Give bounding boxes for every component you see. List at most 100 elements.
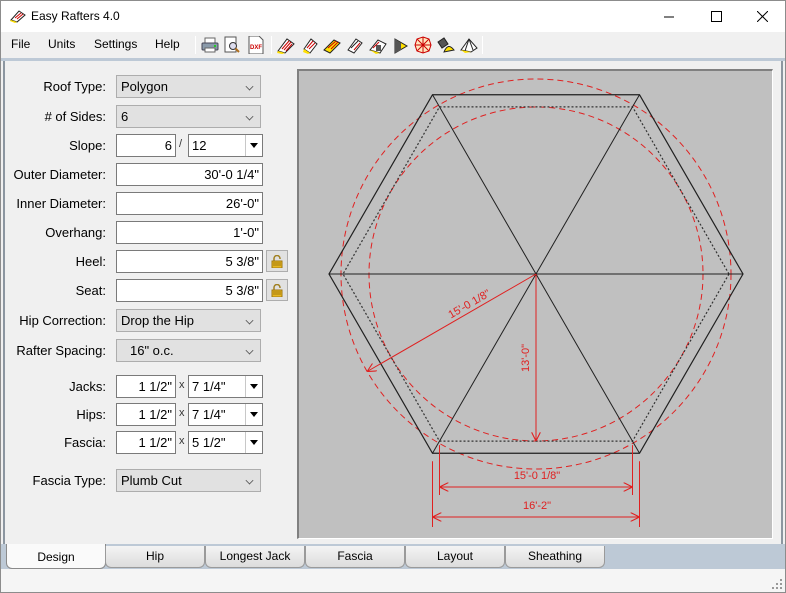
hip-line [535, 94, 640, 275]
overhang-label: Overhang: [45, 225, 106, 240]
hip-correction-label: Hip Correction: [19, 313, 106, 328]
shed-roof-icon[interactable] [322, 36, 342, 54]
sides-select[interactable]: 6 [116, 105, 261, 128]
hip-line [432, 94, 537, 275]
drawing-panel: 15'-0 1/8" 13'-0" 15'-0 1/8" 16'-2" [290, 61, 783, 544]
chevron-down-icon [245, 476, 254, 485]
slope-separator: / [179, 138, 183, 150]
resize-grip-icon[interactable] [772, 579, 782, 589]
roof-plan-canvas[interactable]: 15'-0 1/8" 13'-0" 15'-0 1/8" 16'-2" [297, 69, 773, 539]
hips-thickness-input[interactable]: 1 1/2" [116, 403, 176, 426]
fascia-type-select[interactable]: Plumb Cut [116, 469, 261, 492]
times-symbol: x [179, 407, 185, 419]
tab-longest-jack[interactable]: Longest Jack [205, 546, 305, 568]
window-title: Easy Rafters 4.0 [31, 9, 120, 23]
dimension-label-radius-outer: 15'-0 1/8" [446, 288, 492, 322]
rafter-spacing-value: 16" o.c. [130, 343, 174, 358]
dropdown-arrow-icon[interactable] [245, 376, 262, 397]
seat-lock-button[interactable] [266, 279, 288, 301]
heel-lock-button[interactable] [266, 250, 288, 272]
minimize-icon [663, 16, 674, 18]
svg-text:DXF: DXF [250, 45, 262, 51]
tab-sheathing[interactable]: Sheathing [505, 546, 605, 568]
times-symbol: x [179, 379, 185, 391]
toolbar-separator [195, 36, 196, 54]
dropdown-arrow-icon[interactable] [245, 135, 262, 156]
tab-design[interactable]: Design [6, 544, 106, 569]
tab-layout[interactable]: Layout [405, 546, 505, 568]
jacks-depth-value: 7 1/4" [192, 379, 226, 394]
slope-run-select[interactable]: 12 [188, 134, 263, 157]
menu-file[interactable]: File [11, 37, 30, 51]
triangle-roof-icon[interactable] [391, 36, 411, 54]
slope-rise-input[interactable]: 6 [116, 134, 176, 157]
close-button[interactable] [739, 1, 785, 32]
inner-diameter-input[interactable]: 26'-0" [116, 192, 263, 215]
valley-roof-icon[interactable] [368, 36, 388, 54]
heel-label: Heel: [75, 254, 106, 269]
polygon-roof-icon[interactable] [413, 36, 433, 54]
sides-label: # of Sides: [44, 109, 106, 124]
gable-roof-icon[interactable] [276, 36, 296, 54]
print-preview-icon[interactable] [222, 36, 242, 54]
dimension-label-side-outer: 16'-2" [523, 500, 551, 512]
rafter-spacing-select[interactable]: 16" o.c. [116, 339, 261, 362]
menu-settings[interactable]: Settings [94, 37, 137, 51]
toolbar-separator [482, 36, 483, 54]
dropdown-arrow-icon[interactable] [245, 432, 262, 453]
dropdown-arrow-icon[interactable] [245, 404, 262, 425]
heel-input[interactable]: 5 3/8" [116, 250, 263, 273]
roof-type-select[interactable]: Polygon [116, 75, 261, 98]
toolbar-separator [271, 36, 272, 54]
seat-label: Seat: [75, 283, 106, 298]
dxf-export-icon[interactable]: DXF [246, 36, 266, 54]
slope-label: Slope: [69, 138, 106, 153]
sides-value: 6 [121, 109, 129, 124]
tab-fascia[interactable]: Fascia [305, 546, 405, 568]
fascia-thickness-input[interactable]: 1 1/2" [116, 431, 176, 454]
tab-hip[interactable]: Hip [105, 546, 205, 568]
jacks-thickness-input[interactable]: 1 1/2" [116, 375, 176, 398]
design-form-panel: Roof Type: Polygon # of Sides: 6 Slope: … [3, 61, 290, 544]
dimension-label-radius-inner: 13'-0" [520, 344, 532, 372]
jacks-depth-select[interactable]: 7 1/4" [188, 375, 263, 398]
outer-diameter-label: Outer Diameter: [13, 167, 106, 182]
hips-depth-select[interactable]: 7 1/4" [188, 403, 263, 426]
hip-line [535, 273, 640, 454]
hips-depth-value: 7 1/4" [192, 407, 226, 422]
gazebo-roof-icon[interactable] [459, 36, 479, 54]
seat-input[interactable]: 5 3/8" [116, 279, 263, 302]
dutch-hip-icon[interactable] [345, 36, 365, 54]
chevron-down-icon [245, 316, 254, 325]
slope-run-value: 12 [192, 138, 207, 153]
times-symbol: x [179, 435, 185, 447]
maximize-button[interactable] [693, 1, 739, 32]
unlock-icon [271, 283, 283, 297]
rafter-spacing-label: Rafter Spacing: [16, 343, 106, 358]
chevron-down-icon [245, 346, 254, 355]
chevron-down-icon [245, 112, 254, 121]
hip-correction-value: Drop the Hip [121, 313, 194, 328]
fascia-depth-select[interactable]: 5 1/2" [188, 431, 263, 454]
inner-diameter-label: Inner Diameter: [16, 196, 106, 211]
close-icon [756, 11, 768, 22]
overhang-input[interactable]: 1'-0" [116, 221, 263, 244]
hip-roof-icon[interactable] [300, 36, 320, 54]
status-bar [1, 569, 785, 592]
hip-correction-select[interactable]: Drop the Hip [116, 309, 261, 332]
turret-roof-icon[interactable] [436, 36, 456, 54]
tab-strip: Design Hip Longest Jack Fascia Layout Sh… [1, 544, 785, 569]
roof-type-label: Roof Type: [43, 79, 106, 94]
fascia-label: Fascia: [64, 435, 106, 450]
maximize-icon [710, 11, 722, 22]
outer-diameter-input[interactable]: 30'-0 1/4" [116, 163, 263, 186]
fascia-type-label: Fascia Type: [32, 473, 106, 488]
minimize-button[interactable] [646, 1, 692, 32]
fascia-depth-value: 5 1/2" [192, 435, 226, 450]
menu-bar: File Units Settings Help DXF [1, 32, 785, 58]
print-icon[interactable] [200, 36, 220, 54]
jacks-label: Jacks: [69, 379, 106, 394]
roof-plan-drawing: 15'-0 1/8" 13'-0" 15'-0 1/8" 16'-2" [328, 78, 744, 527]
menu-units[interactable]: Units [48, 37, 75, 51]
menu-help[interactable]: Help [155, 37, 180, 51]
